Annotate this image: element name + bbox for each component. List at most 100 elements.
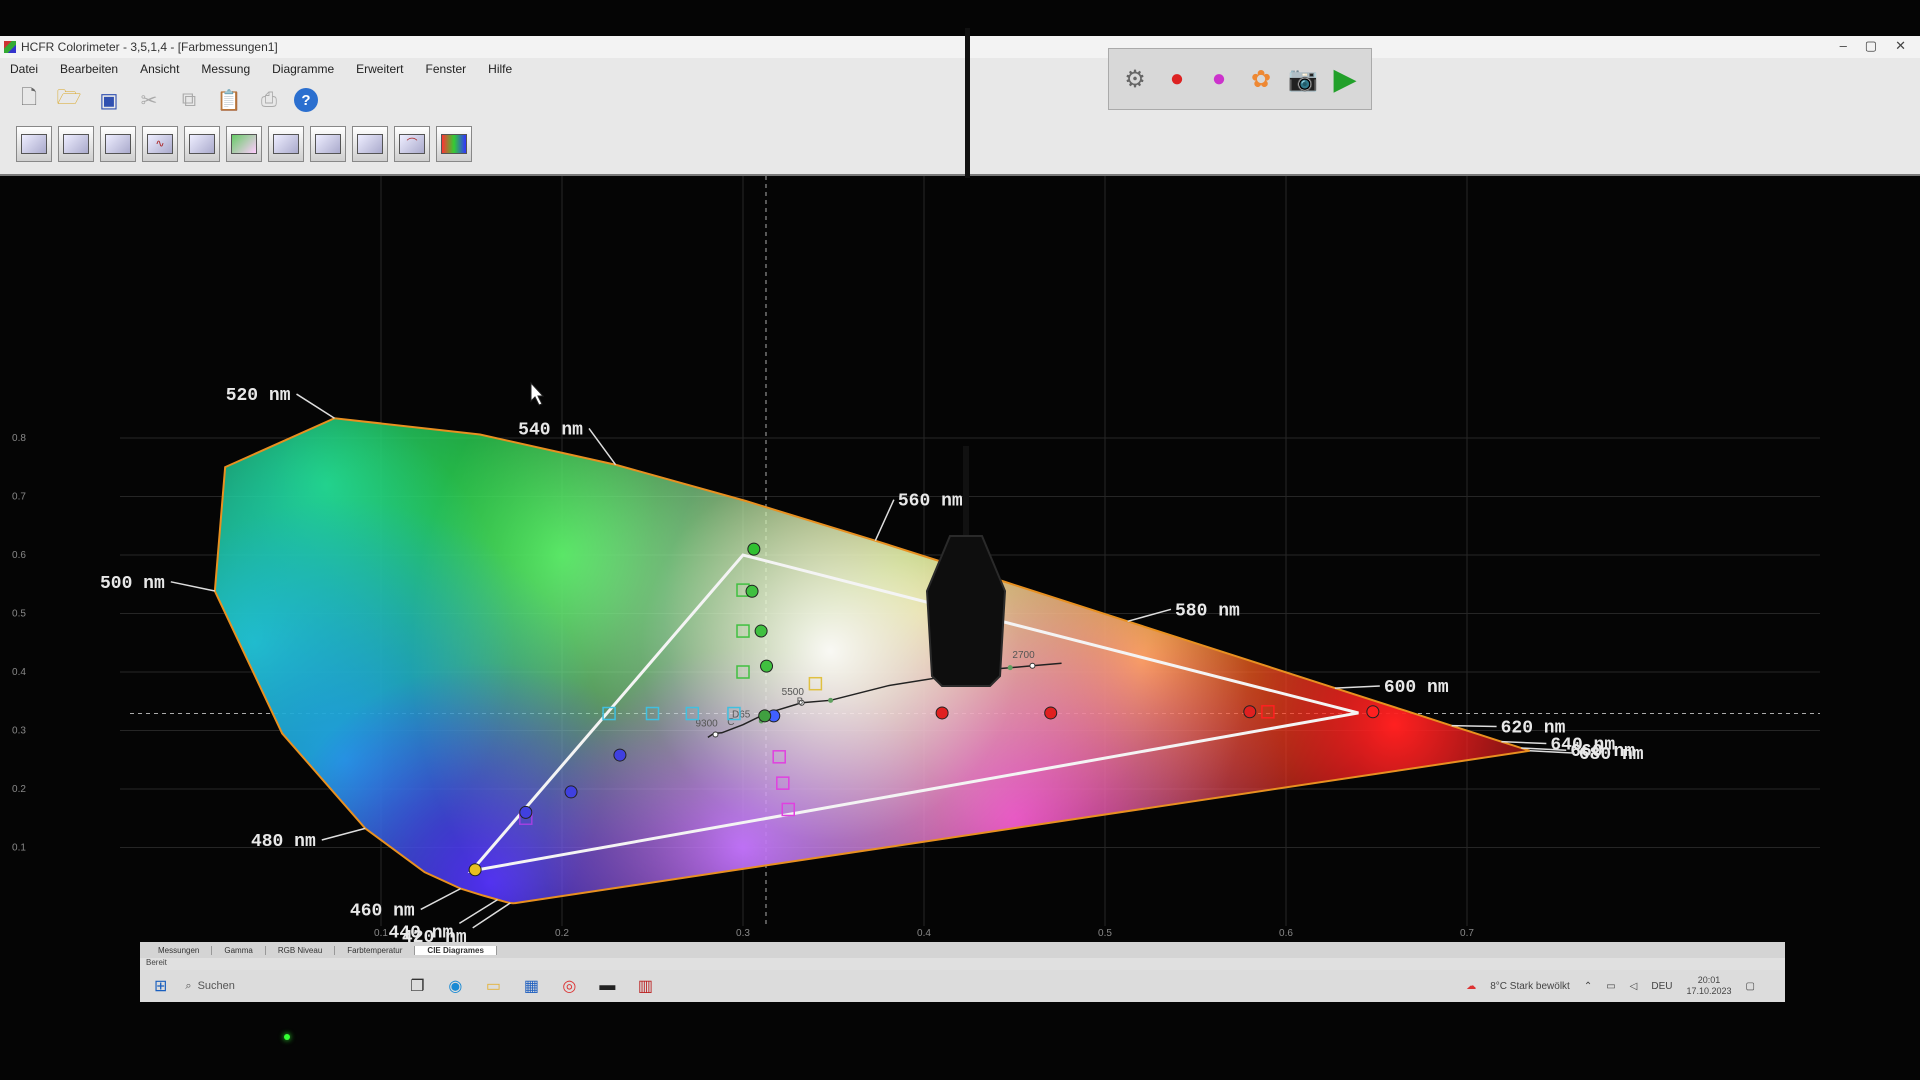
measured-point [468,863,482,877]
y-tick-label: 0.6 [12,550,26,561]
cct-label: 2700 [1012,650,1035,661]
measure-saturations-icon[interactable]: ✿ [1245,63,1277,95]
x-tick-label: 0.6 [1279,928,1293,939]
camera-icon[interactable]: 📷 [1287,63,1319,95]
monitor-power-led [284,1034,290,1040]
measured-point [564,785,578,799]
view-near-white-icon[interactable] [352,126,388,162]
mouse-cursor-icon [530,381,545,406]
measured-point [1044,706,1058,720]
wavelength-label: 520 nm [226,386,291,406]
paste-icon[interactable]: 📋 [214,85,244,115]
volume-icon[interactable]: ◁ [1630,981,1638,992]
file-explorer-icon[interactable]: ▭ [481,974,505,998]
weather-status[interactable]: 8°C Stark bewölkt [1490,981,1570,992]
wavelength-label: 600 nm [1384,678,1449,698]
weather-icon: ☁ [1466,980,1477,992]
close-button[interactable]: ✕ [1895,38,1906,54]
print-icon[interactable]: ⎙ [254,85,284,115]
tray-chevron-icon[interactable]: ⌃ [1584,981,1592,992]
x-tick-label: 0.4 [917,928,931,939]
y-tick-label: 0.2 [12,784,26,795]
help-icon[interactable]: ? [294,88,318,112]
probe-sensor-icon [925,446,1007,687]
view-gamma-icon[interactable] [58,126,94,162]
menu-messung[interactable]: Messung [201,62,250,76]
edge-browser-icon[interactable]: ◉ [443,974,467,998]
clock[interactable]: 20:01 17.10.2023 [1687,975,1732,997]
wavelength-leader [1334,685,1380,689]
play-icon[interactable]: ▶ [1329,63,1361,96]
wavelength-label: 460 nm [350,901,415,921]
menu-hilfe[interactable]: Hilfe [488,62,512,76]
terminal-icon[interactable]: ▬ [595,974,619,998]
taskbar-search[interactable]: ⌕ Suchen [185,980,385,993]
y-tick-label: 0.1 [12,843,26,854]
notifications-icon[interactable]: ▢ [1746,981,1755,992]
measure-secondaries-icon[interactable]: ● [1203,63,1235,95]
cie-diagram[interactable]: 0.1 0.2 0.3 0.4 0.5 0.6 0.7 0.1 0.2 0.3 0.4 0.5 0.6 0… [0,176,1920,942]
measured-point [758,709,772,723]
view-bars-icon[interactable] [436,126,472,162]
tab-cie-diagram[interactable]: CIE Diagrames [415,945,497,955]
view-rgb-levels-icon[interactable]: ∿ [142,126,178,162]
wavelength-label: 480 nm [251,832,316,852]
y-tick-label: 0.4 [12,667,26,678]
windows-start-icon[interactable]: ⊞ [154,976,167,996]
search-icon: ⌕ [185,979,192,992]
wavelength-label: 680 nm [1579,745,1644,765]
menu-erweitert[interactable]: Erweitert [356,62,403,76]
view-temperature-icon[interactable] [184,126,220,162]
view-tabs: Messungen Gamma RGB Niveau Farbtemperatu… [140,942,1785,958]
network-icon[interactable]: ▭ [1606,981,1615,992]
copy-icon[interactable]: ⧉ [174,85,204,115]
view-rgb-icon[interactable] [100,126,136,162]
maximize-button[interactable]: ▢ [1865,38,1877,54]
illuminant-marker [1007,665,1013,671]
cct-marker [1029,662,1036,669]
tab-measures[interactable]: Messungen [146,945,213,955]
system-tray: ☁ 8°C Stark bewölkt ⌃ ▭ ◁ DEU 20:01 17.1… [1466,970,1755,1002]
view-luminance-icon[interactable] [268,126,304,162]
view-near-black-icon[interactable] [310,126,346,162]
illuminant-label: B [797,696,804,707]
view-measures-icon[interactable] [16,126,52,162]
wavelength-label: 500 nm [100,574,165,594]
measured-point [613,748,627,762]
menu-diagramme[interactable]: Diagramme [272,62,334,76]
wavelength-leader [458,898,498,925]
store-icon[interactable]: ▦ [519,974,543,998]
menu-bearbeiten[interactable]: Bearbeiten [60,62,118,76]
language-indicator[interactable]: DEU [1651,981,1672,992]
save-icon[interactable]: ▣ [94,85,124,115]
window-title: HCFR Colorimeter - 3,5,1,4 - [Farbmessun… [21,40,278,54]
measure-primaries-icon[interactable]: ● [1161,63,1193,95]
hcfr-taskbar-icon[interactable]: ▥ [633,974,657,998]
menu-ansicht[interactable]: Ansicht [140,62,179,76]
search-placeholder: Suchen [197,980,235,992]
splitter[interactable] [965,28,970,178]
x-tick-label: 0.2 [555,928,569,939]
tab-rgb-levels[interactable]: RGB Niveau [266,945,336,955]
chrome-icon[interactable]: ◎ [557,974,581,998]
measured-point [747,542,761,556]
wavelength-label: 420 nm [402,928,467,942]
view-saturation-icon[interactable]: ⌒ [394,126,430,162]
standard-toolbar: 🗋 🗁 ▣ ✂ ⧉ 📋 ⎙ ? [0,80,1920,120]
measure-gray-icon[interactable]: ⚙ [1119,63,1151,95]
tab-color-temperature[interactable]: Farbtemperatur [335,945,416,955]
minimize-button[interactable]: – [1840,38,1847,54]
measured-point [1366,705,1380,719]
new-file-icon[interactable]: 🗋 [14,85,44,115]
y-tick-label: 0.5 [12,609,26,620]
wavelength-leader [296,393,335,419]
open-folder-icon[interactable]: 🗁 [54,85,84,115]
tab-gamma[interactable]: Gamma [212,945,266,955]
menu-datei[interactable]: Datei [10,62,38,76]
task-view-icon[interactable]: ❐ [405,974,429,998]
menu-fenster[interactable]: Fenster [425,62,466,76]
wavelength-leader [170,581,215,592]
view-cie-icon[interactable] [226,126,262,162]
wavelength-leader [420,887,461,911]
cut-icon[interactable]: ✂ [134,85,164,115]
